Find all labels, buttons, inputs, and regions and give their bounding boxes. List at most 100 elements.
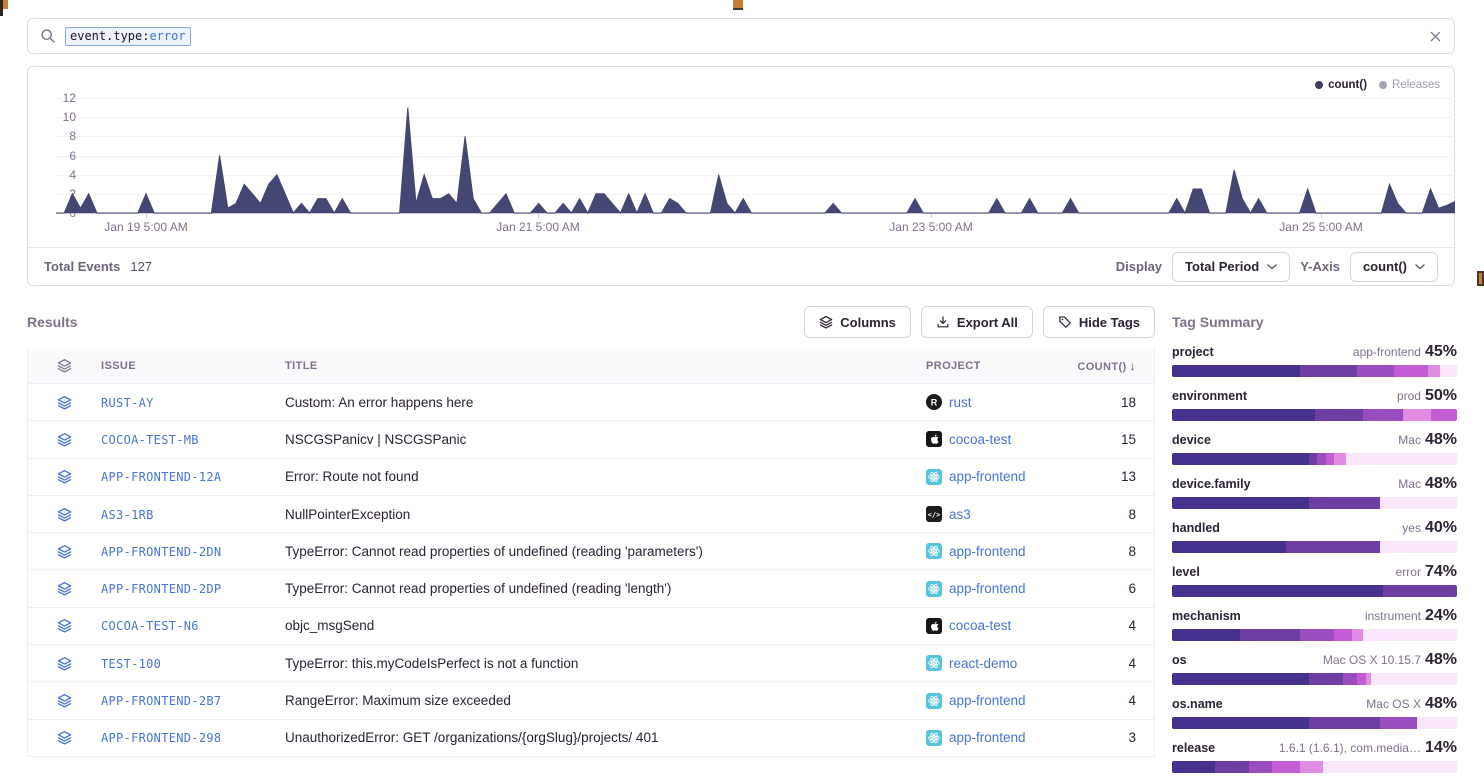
x-axis-tick <box>538 214 539 218</box>
issues-stack-icon <box>28 656 101 671</box>
tag-bar-segment <box>1428 365 1439 377</box>
tag-top-value: prod <box>1397 389 1421 403</box>
issue-id-link[interactable]: RUST-AY <box>101 396 154 410</box>
tag-bar-segment <box>1215 761 1249 773</box>
count-value: 8 <box>1061 544 1154 559</box>
search-query-token[interactable]: event.type:error <box>65 27 191 46</box>
yaxis-label: Y-Axis <box>1300 259 1340 274</box>
tag-top-value: yes <box>1402 521 1421 535</box>
legend-count[interactable]: count() <box>1315 79 1367 91</box>
issues-stack-icon <box>28 618 101 633</box>
tag-top-percent: 40% <box>1425 519 1457 537</box>
project-link[interactable]: app-frontend <box>949 469 1026 484</box>
tag-distribution-bar[interactable] <box>1172 673 1457 685</box>
column-header-count[interactable]: COUNT()↓ <box>1061 359 1154 373</box>
tag-top-percent: 48% <box>1425 651 1457 669</box>
column-header-issue[interactable]: ISSUE <box>101 360 285 372</box>
issue-id-link[interactable]: COCOA-TEST-MB <box>101 433 199 447</box>
tag-summary-heading: Tag Summary <box>1172 314 1457 330</box>
columns-button[interactable]: Columns <box>804 306 911 338</box>
svg-text:</>: </> <box>928 511 941 519</box>
tag-top-percent: 50% <box>1425 387 1457 405</box>
export-all-button[interactable]: Export All <box>921 306 1033 338</box>
tag-icon <box>1058 315 1072 329</box>
display-dropdown[interactable]: Total Period <box>1172 252 1290 282</box>
tag-bar-segment <box>1380 541 1457 553</box>
tag-item: device Mac 48% <box>1172 431 1457 465</box>
issue-id-link[interactable]: APP-FRONTEND-12A <box>101 470 221 484</box>
search-clear-icon[interactable] <box>1429 30 1442 43</box>
issue-id-link[interactable]: AS3-1RB <box>101 508 154 522</box>
tag-distribution-bar[interactable] <box>1172 453 1457 465</box>
tag-bar-segment <box>1300 365 1357 377</box>
tag-bar-segment <box>1417 717 1457 729</box>
tag-bar-segment <box>1309 673 1343 685</box>
tag-name: handled <box>1172 521 1220 535</box>
tag-bar-segment <box>1343 673 1357 685</box>
project-link[interactable]: cocoa-test <box>949 432 1011 447</box>
tag-bar-segment <box>1380 497 1457 509</box>
tag-bar-segment <box>1172 453 1309 465</box>
tag-distribution-bar[interactable] <box>1172 629 1457 641</box>
tag-item: handled yes 40% <box>1172 519 1457 553</box>
issue-title: Custom: An error happens here <box>285 395 926 410</box>
tag-distribution-bar[interactable] <box>1172 541 1457 553</box>
project-link[interactable]: cocoa-test <box>949 618 1011 633</box>
tag-distribution-bar[interactable] <box>1172 409 1457 421</box>
project-link[interactable]: rust <box>949 395 972 410</box>
chart-summary-row: Total Events 127 Display Total Period Y-… <box>28 247 1454 285</box>
table-row: RUST-AY Custom: An error happens here R … <box>28 384 1154 421</box>
tag-distribution-bar[interactable] <box>1172 717 1457 729</box>
tag-item: os Mac OS X 10.15.7 48% <box>1172 651 1457 685</box>
releases-dot-icon <box>1379 81 1387 89</box>
issues-stack-icon <box>28 544 101 559</box>
tag-bar-segment <box>1272 761 1301 773</box>
tag-distribution-bar[interactable] <box>1172 585 1457 597</box>
window-edge-artifact <box>1477 271 1484 286</box>
tag-bar-segment <box>1286 541 1380 553</box>
tag-bar-segment <box>1323 761 1457 773</box>
hide-tags-button[interactable]: Hide Tags <box>1043 306 1155 338</box>
yaxis-dropdown[interactable]: count() <box>1350 252 1438 282</box>
apple-project-icon <box>926 431 942 447</box>
project-link[interactable]: as3 <box>949 507 971 522</box>
issues-stack-icon <box>28 358 101 373</box>
issue-title: NSCGSPanicv | NSCGSPanic <box>285 432 926 447</box>
project-link[interactable]: app-frontend <box>949 544 1026 559</box>
issue-id-link[interactable]: APP-FRONTEND-2DP <box>101 582 221 596</box>
stack-icon <box>819 315 833 329</box>
tag-distribution-bar[interactable] <box>1172 497 1457 509</box>
tag-distribution-bar[interactable] <box>1172 365 1457 377</box>
count-value: 6 <box>1061 581 1154 596</box>
tag-bar-segment <box>1172 541 1286 553</box>
project-link[interactable]: app-frontend <box>949 581 1026 596</box>
search-bar[interactable]: event.type:error <box>27 18 1455 54</box>
tag-bar-segment <box>1352 629 1363 641</box>
issue-id-link[interactable]: COCOA-TEST-N6 <box>101 619 199 633</box>
tag-top-value: app-frontend <box>1353 345 1421 359</box>
column-header-project[interactable]: PROJECT <box>926 360 1061 372</box>
column-header-title[interactable]: TITLE <box>285 360 926 372</box>
issue-id-link[interactable]: TEST-100 <box>101 657 161 671</box>
tag-bar-segment <box>1380 717 1417 729</box>
project-link[interactable]: app-frontend <box>949 693 1026 708</box>
project-link[interactable]: app-frontend <box>949 730 1026 745</box>
tag-top-value: 1.6.1 (1.6.1), com.media… <box>1279 741 1421 755</box>
tag-top-percent: 24% <box>1425 607 1457 625</box>
total-events-value: 127 <box>130 259 152 274</box>
legend-releases[interactable]: Releases <box>1379 79 1440 91</box>
project-link[interactable]: react-demo <box>949 656 1017 671</box>
tag-distribution-bar[interactable] <box>1172 761 1457 773</box>
issue-id-link[interactable]: APP-FRONTEND-298 <box>101 731 221 745</box>
table-row: TEST-100 TypeError: this.myCodeIsPerfect… <box>28 645 1154 682</box>
table-row: APP-FRONTEND-2DN TypeError: Cannot read … <box>28 533 1154 570</box>
issue-id-link[interactable]: APP-FRONTEND-2B7 <box>101 694 221 708</box>
count-value: 13 <box>1061 469 1154 484</box>
issue-title: NullPointerException <box>285 507 926 522</box>
window-edge-artifact <box>3 0 8 9</box>
tag-top-value: Mac <box>1398 433 1421 447</box>
search-query-key: event.type: <box>70 29 149 43</box>
issue-id-link[interactable]: APP-FRONTEND-2DN <box>101 545 221 559</box>
chevron-down-icon <box>1415 264 1425 270</box>
tag-bar-segment <box>1300 761 1323 773</box>
